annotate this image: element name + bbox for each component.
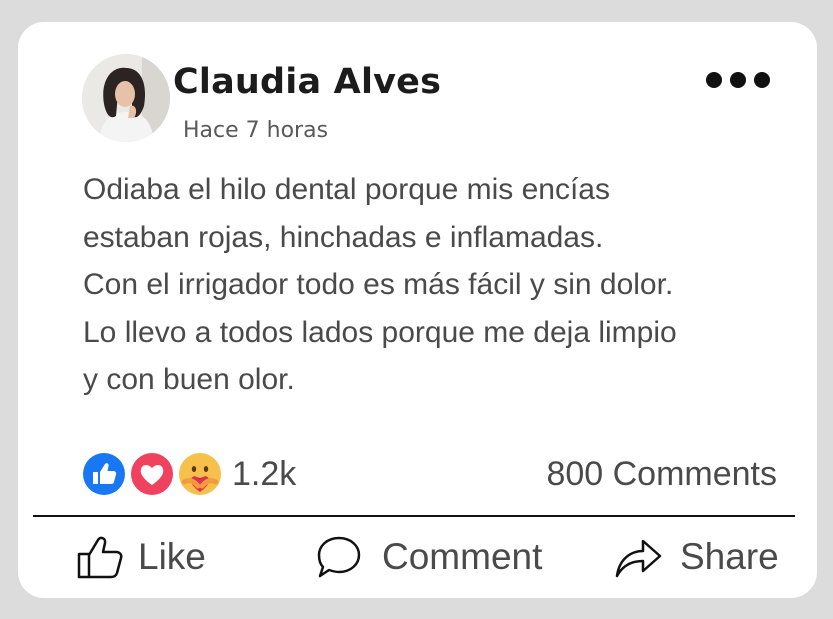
post-text-line: estaban rojas, hinchadas e inflamadas.	[83, 220, 604, 254]
share-label: Share	[680, 536, 779, 577]
like-reaction-icon	[82, 452, 126, 496]
more-options-icon[interactable]	[698, 66, 778, 92]
comment-button[interactable]: Comment	[316, 530, 542, 584]
comments-count[interactable]: 800 Comments	[546, 452, 777, 496]
care-reaction-icon	[178, 452, 222, 496]
post-timestamp[interactable]: Hace 7 horas	[183, 118, 328, 143]
post-text-line: Lo llevo a todos lados porque me deja li…	[83, 315, 677, 349]
post-text-line: Con el irrigador todo es más fácil y sin…	[83, 268, 674, 301]
like-label: Like	[138, 536, 206, 577]
avatar[interactable]	[82, 54, 170, 142]
post-card: Claudia Alves Hace 7 horas Odiaba el hil…	[18, 22, 817, 598]
post-text-line: Odiaba el hilo dental porque mis encías	[83, 173, 610, 206]
thumbs-up-icon	[77, 536, 123, 579]
share-arrow-icon	[615, 539, 662, 578]
post-text-line: y con buen olor.	[83, 363, 295, 396]
reaction-count[interactable]: 1.2k	[232, 452, 296, 496]
divider	[33, 515, 795, 517]
like-button[interactable]: Like	[76, 530, 206, 584]
comment-label: Comment	[382, 536, 543, 577]
post-text: Odiaba el hilo dental porque mis encías …	[83, 166, 783, 404]
comment-bubble-icon	[317, 536, 361, 578]
share-button[interactable]: Share	[614, 530, 779, 584]
avatar-photo	[82, 54, 170, 142]
author-name[interactable]: Claudia Alves	[173, 62, 441, 102]
love-reaction-icon	[130, 452, 174, 496]
